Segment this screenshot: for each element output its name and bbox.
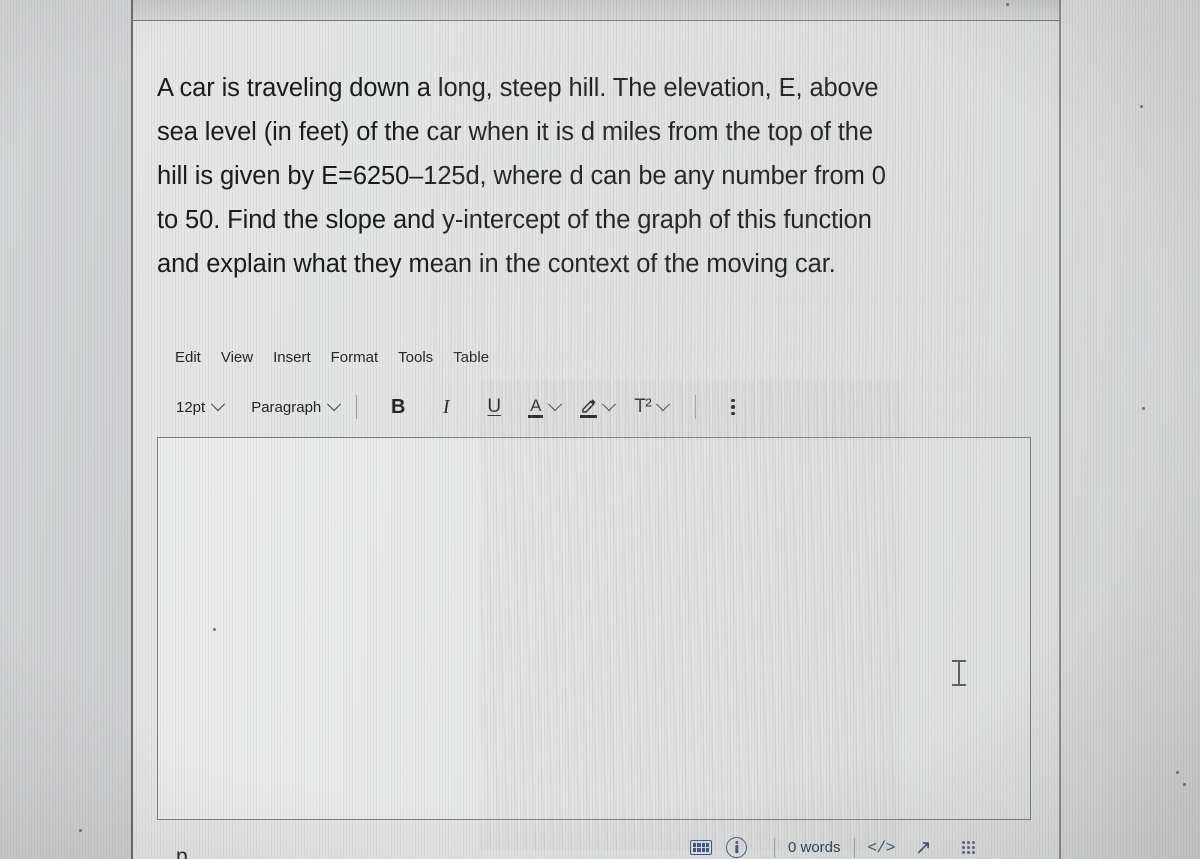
toolbar-divider <box>695 395 697 419</box>
keyboard-shortcuts-button[interactable] <box>690 840 712 855</box>
block-format-dropdown[interactable]: Paragraph <box>251 397 342 416</box>
dust-speck <box>1176 771 1179 774</box>
chevron-down-icon[interactable] <box>602 397 617 412</box>
dust-speck <box>1006 3 1009 6</box>
dust-speck <box>213 628 216 631</box>
block-format-value: Paragraph <box>251 398 322 416</box>
font-size-dropdown[interactable]: 12pt <box>176 397 226 416</box>
question-line: to 50. Find the slope and y-intercept of… <box>157 206 872 234</box>
editor-statusbar: 0 words </> ↗ <box>690 836 975 859</box>
statusbar-divider <box>853 837 855 858</box>
source-code-button[interactable]: </> <box>868 839 896 857</box>
page-bottom-partial-text: p <box>176 845 188 859</box>
text-color-swatch <box>528 414 544 418</box>
kebab-dot <box>731 405 735 409</box>
left-gutter <box>0 0 131 859</box>
keyboard-icon <box>690 840 712 855</box>
page-top-strip <box>133 0 1059 20</box>
kebab-dot <box>731 412 735 416</box>
editor-toolbar: 12pt Paragraph B I U A T² <box>176 394 735 420</box>
question-line: hill is given by E=6250–125d, where d ca… <box>157 162 886 190</box>
fullscreen-button[interactable]: ↗ <box>915 838 932 858</box>
dust-speck <box>1142 407 1145 410</box>
rich-text-editor-body[interactable] <box>157 437 1031 820</box>
text-color-button[interactable]: A <box>528 395 563 418</box>
toolbar-divider <box>356 395 358 419</box>
dust-speck <box>1183 783 1186 786</box>
statusbar-divider <box>774 837 775 858</box>
dust-speck <box>79 829 82 832</box>
menu-item-tools[interactable]: Tools <box>398 348 433 368</box>
text-color-icon: A <box>528 395 544 418</box>
question-line: and explain what they mean in the contex… <box>157 250 836 278</box>
more-options-icon[interactable] <box>731 398 735 416</box>
italic-button[interactable]: I <box>436 395 456 419</box>
font-size-value: 12pt <box>176 398 206 416</box>
right-gutter <box>1061 0 1200 859</box>
menu-item-insert[interactable]: Insert <box>273 348 311 368</box>
question-line: sea level (in feet) of the car when it i… <box>157 118 873 146</box>
accessibility-icon <box>726 837 747 858</box>
page-top-rule <box>133 20 1059 21</box>
resize-grip-icon[interactable] <box>961 841 975 854</box>
photo-background: A car is traveling down a long, steep hi… <box>0 0 1200 859</box>
dust-speck <box>1140 105 1143 108</box>
superscript-icon: T² <box>634 396 652 417</box>
highlight-color-swatch <box>580 414 598 418</box>
menu-item-edit[interactable]: Edit <box>175 348 201 368</box>
highlighter-icon <box>580 397 598 418</box>
word-count: 0 words <box>788 839 841 856</box>
underline-button[interactable]: U <box>484 395 504 419</box>
chevron-down-icon[interactable] <box>656 397 671 412</box>
chevron-down-icon <box>211 397 226 412</box>
question-line: A car is traveling down a long, steep hi… <box>157 74 879 102</box>
question-text: A car is traveling down a long, steep hi… <box>157 66 1037 286</box>
superscript-button[interactable]: T² <box>634 396 671 418</box>
kebab-dot <box>731 398 735 402</box>
chevron-down-icon[interactable] <box>548 397 563 412</box>
accessibility-checker-button[interactable] <box>726 837 747 858</box>
text-color-letter: A <box>530 395 542 415</box>
chevron-down-icon <box>327 397 342 412</box>
expand-arrow-icon: ↗ <box>914 836 932 859</box>
menu-item-view[interactable]: View <box>221 348 253 368</box>
menu-item-table[interactable]: Table <box>453 348 489 368</box>
bold-button[interactable]: B <box>388 395 408 419</box>
mouse-text-cursor <box>952 660 966 686</box>
editor-menubar: Edit View Insert Format Tools Table <box>175 348 489 368</box>
menu-item-format[interactable]: Format <box>331 348 379 368</box>
highlight-color-button[interactable] <box>580 397 617 418</box>
